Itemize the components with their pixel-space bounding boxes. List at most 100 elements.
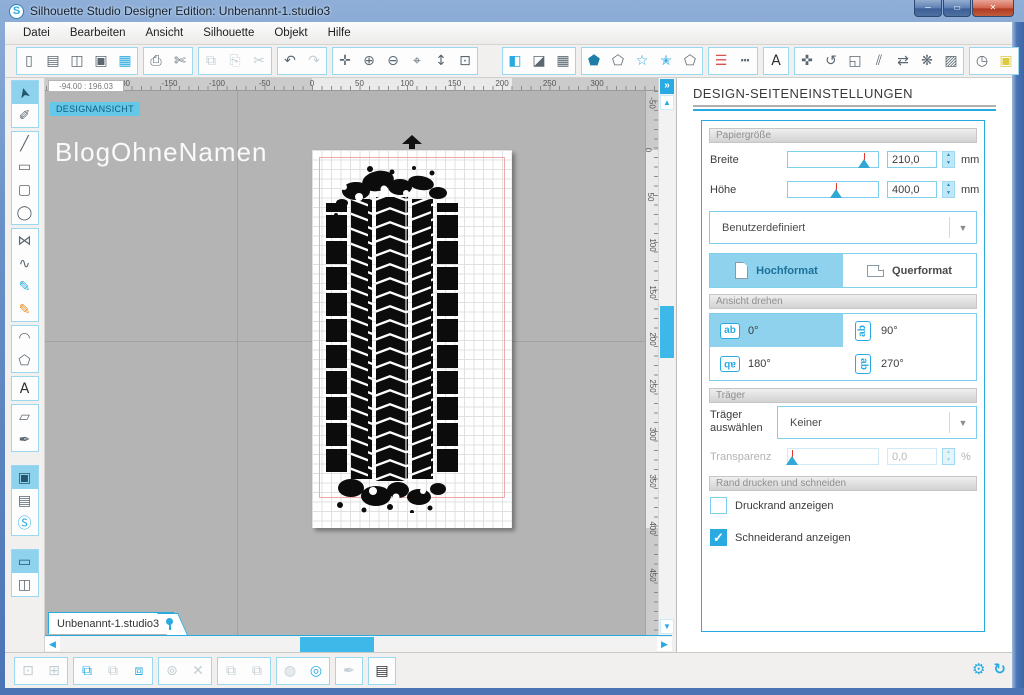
rotate-90-button[interactable]: ab 90° — [843, 314, 976, 347]
settings-gear-icon[interactable]: ⚙ — [972, 660, 985, 678]
undo[interactable]: ↶ — [278, 48, 302, 74]
vertical-scroll-thumb[interactable] — [660, 306, 674, 358]
offset[interactable]: ◎ — [303, 658, 329, 684]
transform-scale[interactable]: ◱ — [843, 48, 867, 74]
menu-item[interactable]: Hilfe — [318, 23, 361, 43]
pin-icon[interactable] — [165, 618, 173, 630]
vertical-scrollbar[interactable]: » ▲ ▼ — [658, 78, 674, 635]
shape-fill[interactable]: ⬟ — [582, 48, 606, 74]
open-file[interactable]: ▤ — [41, 48, 65, 74]
scroll-right-button[interactable]: ▶ — [657, 637, 672, 651]
cut-border-checkbox[interactable] — [710, 529, 727, 546]
emboss[interactable]: ◍ — [277, 658, 303, 684]
fill-gradient[interactable]: ◪ — [527, 48, 551, 74]
group[interactable]: ⧉ — [74, 658, 100, 684]
shape-outline[interactable]: ⬠ — [606, 48, 630, 74]
knife-tool[interactable]: ✒ — [12, 428, 38, 451]
mat-dropdown[interactable]: Keiner ▼ — [777, 406, 977, 439]
menu-item[interactable]: Silhouette — [193, 23, 264, 43]
landscape-button[interactable]: Querformat — [843, 254, 976, 287]
sketch-pens[interactable]: ▤ — [369, 658, 395, 684]
height-value[interactable]: 400,0 — [887, 181, 937, 198]
polygon-options[interactable]: ⬠ — [678, 48, 702, 74]
delete[interactable]: ✕ — [185, 658, 211, 684]
height-stepper[interactable]: ▲▼ — [942, 181, 955, 198]
horizontal-scrollbar[interactable]: ◀ ▶ — [45, 635, 672, 652]
library-view[interactable]: ▤ — [12, 489, 38, 512]
sync-icon[interactable]: ↻ — [993, 660, 1006, 678]
eraser-tool[interactable]: ▱ — [12, 405, 38, 428]
menu-item[interactable]: Datei — [13, 23, 60, 43]
minimize-button[interactable]: ─ — [914, 0, 942, 17]
document-tab[interactable]: Unbenannt-1.studio3 — [48, 612, 174, 634]
save-to-library[interactable]: ▦ — [113, 48, 137, 74]
transform-shear[interactable]: ⫽ — [867, 48, 891, 74]
menu-item[interactable]: Bearbeiten — [60, 23, 136, 43]
width-slider[interactable] — [787, 151, 879, 168]
canvas-viewport[interactable]: DESIGNANSICHT BlogOhneNamen — [45, 91, 645, 635]
panel-expand-button[interactable]: » — [660, 79, 674, 94]
weld[interactable]: ⊚ — [159, 658, 185, 684]
fill-color[interactable]: ◧ — [503, 48, 527, 74]
redo[interactable]: ↷ — [302, 48, 326, 74]
rectangle-tool[interactable]: ▭ — [12, 155, 38, 178]
zoom-out[interactable]: ⊖ — [381, 48, 405, 74]
design-view[interactable]: ▣ — [12, 466, 38, 489]
transform-rotate[interactable]: ↺ — [819, 48, 843, 74]
scroll-down-button[interactable]: ▼ — [660, 619, 674, 634]
menu-item[interactable]: Objekt — [264, 23, 317, 43]
split-window-view[interactable]: ◫ — [12, 573, 38, 596]
line-color[interactable]: ☰ — [709, 48, 733, 74]
regroup[interactable]: ⧈ — [126, 658, 152, 684]
transform-modify[interactable]: ❋ — [915, 48, 939, 74]
paste[interactable]: ⎘ — [223, 48, 247, 74]
maximize-button[interactable]: ▭ — [943, 0, 971, 17]
smooth-freehand-tool[interactable]: ✎ — [12, 298, 38, 321]
text-style[interactable]: A — [764, 48, 788, 74]
scroll-up-button[interactable]: ▲ — [660, 95, 674, 110]
portrait-button[interactable]: Hochformat — [710, 254, 843, 287]
cut[interactable]: ✂ — [247, 48, 271, 74]
knife-options[interactable]: ✒ — [336, 658, 362, 684]
selection-handles[interactable]: ⊡ — [15, 658, 41, 684]
line-style[interactable]: ┅ — [733, 48, 757, 74]
rotate-180-button[interactable]: ab 180° — [710, 347, 843, 380]
star-options[interactable]: ☆ — [630, 48, 654, 74]
transform-handles[interactable]: ⊞ — [41, 658, 67, 684]
line-tool[interactable]: ╱ — [12, 132, 38, 155]
point-edit-tool[interactable]: ✐ — [12, 104, 38, 127]
zoom-selection[interactable]: ⌖ — [405, 48, 429, 74]
height-slider[interactable] — [787, 181, 879, 198]
fill-pattern[interactable]: ▦ — [551, 48, 575, 74]
single-window-view[interactable]: ▭ — [12, 550, 38, 573]
pan[interactable]: ✛ — [333, 48, 357, 74]
open-from-library[interactable]: ◫ — [65, 48, 89, 74]
print-border-checkbox[interactable] — [710, 497, 727, 514]
transform-move[interactable]: ✜ — [795, 48, 819, 74]
freehand-tool[interactable]: ✎ — [12, 275, 38, 298]
fit-to-page[interactable]: ⊡ — [453, 48, 477, 74]
zoom-in[interactable]: ⊕ — [357, 48, 381, 74]
bring-to-front[interactable]: ⧉ — [218, 658, 244, 684]
regular-polygon-tool[interactable]: ⬠ — [12, 349, 38, 372]
tire-track-design[interactable] — [326, 163, 458, 513]
width-stepper[interactable]: ▲▼ — [942, 151, 955, 168]
print-border-settings[interactable]: ◷ — [970, 48, 994, 74]
ellipse-tool[interactable]: ◯ — [12, 201, 38, 224]
send-to-silhouette[interactable]: ✄ — [168, 48, 192, 74]
close-button[interactable]: ✕ — [972, 0, 1014, 17]
curve-tool[interactable]: ∿ — [12, 252, 38, 275]
drag-zoom[interactable]: ↕ — [429, 48, 453, 74]
save[interactable]: ▣ — [89, 48, 113, 74]
copy[interactable]: ⧉ — [199, 48, 223, 74]
transform-mirror[interactable]: ⇄ — [891, 48, 915, 74]
rotate-270-button[interactable]: ab 270° — [843, 347, 976, 380]
design-page[interactable] — [312, 150, 512, 528]
rounded-rectangle-tool[interactable]: ▢ — [12, 178, 38, 201]
polygon-tool[interactable]: ⋈ — [12, 229, 38, 252]
trace[interactable]: ▨ — [939, 48, 963, 74]
store-view[interactable]: Ⓢ — [12, 512, 38, 535]
ungroup[interactable]: ⧉ — [100, 658, 126, 684]
star-edit[interactable]: ✭ — [654, 48, 678, 74]
width-value[interactable]: 210,0 — [887, 151, 937, 168]
